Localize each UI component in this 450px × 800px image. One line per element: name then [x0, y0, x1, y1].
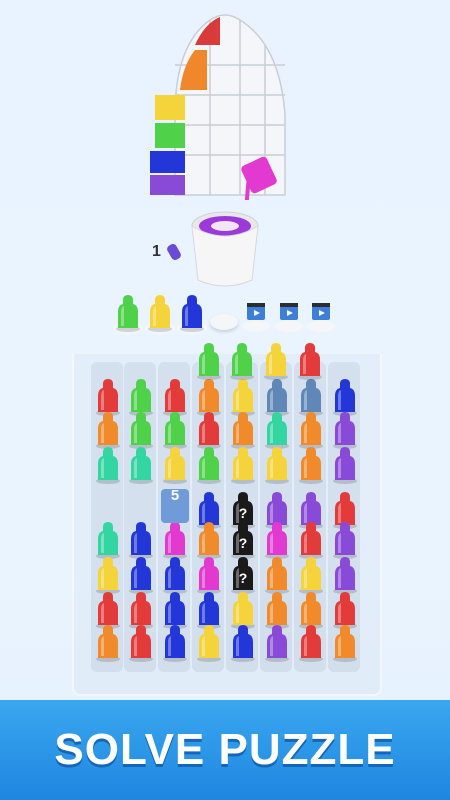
tray-bottle-yellow[interactable]: [146, 292, 174, 337]
board-bottle-yellow[interactable]: [161, 444, 189, 489]
small-bottle-icon: [167, 244, 181, 260]
board-bottle-orange[interactable]: [297, 444, 325, 489]
queue-bottle-yellow[interactable]: [262, 340, 290, 385]
board-bottle-yellow[interactable]: [263, 444, 291, 489]
board-bottle-red[interactable]: [297, 622, 325, 667]
board-bottle-blue[interactable]: [229, 622, 257, 667]
hidden-bottle-label: ?: [238, 535, 248, 551]
sort-board: ???: [72, 354, 382, 696]
queue-bottle-green[interactable]: [228, 340, 256, 385]
video-unlock-slot-icon[interactable]: [241, 300, 271, 332]
board-bottle-green[interactable]: [195, 444, 223, 489]
board-bottle-teal[interactable]: [127, 444, 155, 489]
beanie-jigsaw-puzzle: [150, 14, 286, 200]
bottle-counter: 1: [152, 243, 161, 260]
tray-bottle-green[interactable]: [114, 292, 142, 337]
board-bottle-yellow[interactable]: [229, 444, 257, 489]
banner-title: SOLVE PUZZLE: [54, 725, 396, 774]
empty-tray-slot[interactable]: [210, 314, 238, 330]
queue-bottle-red[interactable]: [296, 340, 324, 385]
tray-bottle-blue[interactable]: [178, 292, 206, 337]
board-bottle-yellow[interactable]: [195, 622, 223, 667]
paint-cup: [191, 211, 259, 287]
hidden-bottle-label: ?: [238, 570, 248, 586]
board-bottle-blue[interactable]: [161, 622, 189, 667]
board-bottle-red[interactable]: [127, 622, 155, 667]
board-bottle-purple[interactable]: [331, 444, 359, 489]
board-bottle-orange[interactable]: [331, 622, 359, 667]
board-bottle-orange[interactable]: [94, 622, 122, 667]
game-stage: 1 ??? 5 SOLVE PUZZLE: [0, 0, 450, 800]
locked-slot-label: 5: [170, 487, 180, 504]
board-bottle-teal[interactable]: [94, 444, 122, 489]
video-unlock-slot-icon[interactable]: [274, 300, 304, 332]
queue-bottle-green[interactable]: [195, 340, 223, 385]
video-unlock-slot-icon[interactable]: [306, 300, 336, 332]
board-bottle-purple[interactable]: [263, 622, 291, 667]
locked-slot-counter[interactable]: 5: [161, 487, 189, 523]
